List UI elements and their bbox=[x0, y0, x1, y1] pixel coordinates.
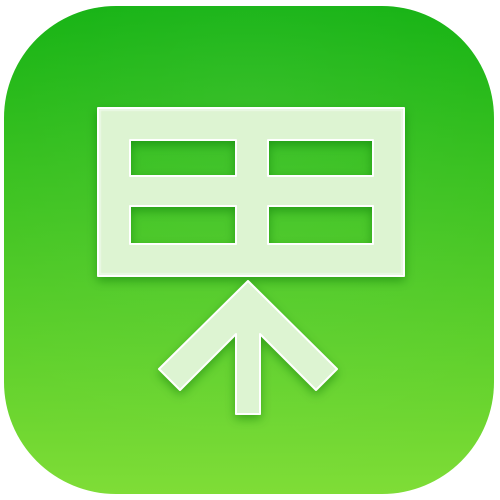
app-icon[interactable] bbox=[0, 0, 500, 500]
canvas bbox=[0, 0, 500, 500]
table-grid-shape bbox=[97, 107, 405, 277]
